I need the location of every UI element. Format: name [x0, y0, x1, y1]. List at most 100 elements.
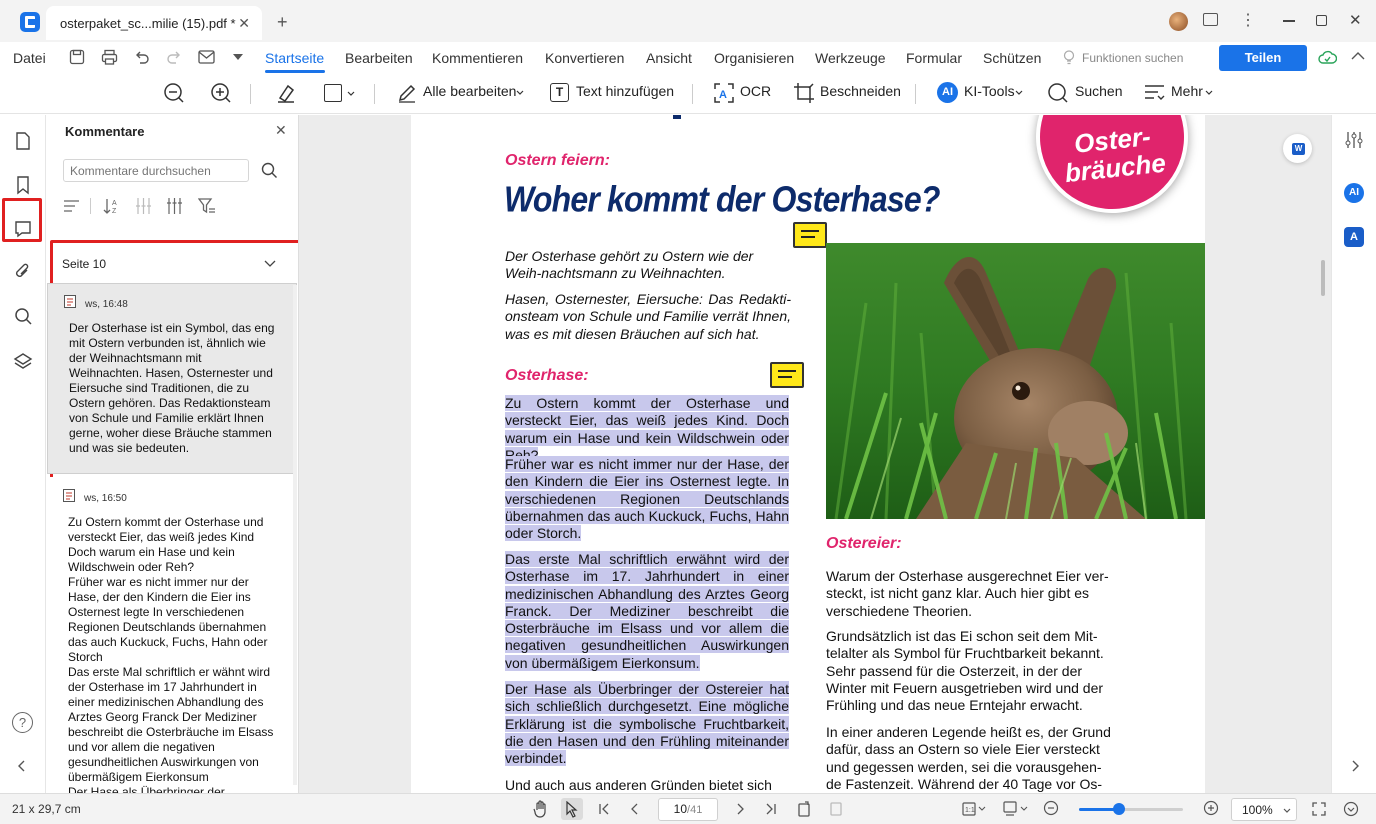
minimize-icon[interactable]	[1283, 20, 1295, 22]
ai-tools-icon[interactable]: AI	[937, 82, 958, 103]
tab-ansicht[interactable]: Ansicht	[646, 50, 692, 66]
add-text-icon[interactable]: T	[550, 83, 569, 102]
add-text-button[interactable]: Text hinzufügen	[576, 83, 674, 99]
hand-tool-icon[interactable]	[533, 800, 549, 818]
filter-list-icon[interactable]	[63, 198, 80, 214]
translate-icon[interactable]: A	[1344, 227, 1364, 247]
previous-page-icon[interactable]	[631, 803, 639, 815]
tab-formular[interactable]: Formular	[906, 50, 962, 66]
maximize-icon[interactable]	[1316, 15, 1327, 26]
close-tab-icon[interactable]: ✕	[238, 15, 250, 32]
highlighted-paragraph[interactable]: Der Hase als Überbringer der Ostereier h…	[505, 681, 789, 767]
comment-icon[interactable]	[13, 219, 33, 239]
edit-all-button[interactable]: Alle bearbeiten	[423, 83, 516, 99]
fullscreen-icon[interactable]	[1312, 802, 1326, 816]
comment-card[interactable]: ws, 16:48 Der Osterhase ist ein Symbol, …	[47, 283, 297, 474]
tab-bearbeiten[interactable]: Bearbeiten	[345, 50, 413, 66]
zoom-in-icon[interactable]	[210, 82, 232, 104]
app-logo-icon[interactable]	[20, 12, 40, 32]
mail-icon[interactable]	[198, 50, 215, 64]
quick-access-dropdown-icon[interactable]	[232, 53, 244, 61]
sticky-note-icon[interactable]	[770, 362, 804, 388]
panel-scrollbar[interactable]	[293, 285, 297, 785]
chevron-down-icon[interactable]	[264, 260, 276, 267]
comment-search-input[interactable]	[63, 159, 249, 182]
ocr-icon[interactable]: A	[713, 82, 735, 104]
zoom-out-icon[interactable]	[163, 82, 185, 104]
status-zoom-in-icon[interactable]	[1203, 800, 1220, 817]
view-mode-icon[interactable]	[1003, 801, 1029, 817]
tab-schuetzen[interactable]: Schützen	[983, 50, 1041, 66]
ai-tools-dropdown-icon[interactable]	[1015, 90, 1023, 95]
expand-right-panel-icon[interactable]	[1351, 760, 1359, 772]
more-button[interactable]: Mehr	[1171, 83, 1203, 99]
search-rail-icon[interactable]	[13, 306, 33, 326]
crop-icon[interactable]	[793, 82, 815, 104]
tab-startseite[interactable]: Startseite	[265, 50, 324, 66]
last-page-icon[interactable]	[765, 803, 777, 815]
feedback-icon[interactable]	[1203, 13, 1218, 26]
ocr-button[interactable]: OCR	[740, 83, 771, 99]
new-tab-button[interactable]: +	[277, 12, 288, 33]
fit-page-icon[interactable]	[829, 801, 843, 817]
first-page-icon[interactable]	[598, 803, 610, 815]
search-icon[interactable]	[1047, 82, 1069, 104]
attachment-icon[interactable]	[13, 262, 33, 282]
help-icon[interactable]: ?	[12, 712, 33, 733]
highlighter-icon[interactable]	[275, 82, 297, 104]
document-scrollbar-thumb[interactable]	[1321, 260, 1325, 296]
edit-pen-icon[interactable]	[396, 82, 418, 104]
rotate-page-icon[interactable]	[797, 801, 811, 817]
shape-rectangle-icon[interactable]	[324, 84, 342, 102]
close-panel-icon[interactable]: ✕	[275, 122, 287, 139]
properties-sliders-icon[interactable]	[1344, 131, 1364, 149]
edit-all-dropdown-icon[interactable]	[516, 90, 524, 95]
page-thumbnails-icon[interactable]	[13, 131, 33, 151]
cloud-sync-icon[interactable]	[1318, 50, 1337, 65]
highlighted-paragraph[interactable]: Früher war es nicht immer nur der Hase, …	[505, 456, 789, 542]
next-page-icon[interactable]	[736, 803, 744, 815]
search-button[interactable]: Suchen	[1075, 83, 1122, 99]
tab-kommentieren[interactable]: Kommentieren	[432, 50, 523, 66]
filter-icon[interactable]	[198, 197, 216, 215]
convert-to-word-icon[interactable]: W	[1283, 134, 1312, 163]
undo-icon[interactable]	[134, 49, 150, 65]
document-tab[interactable]: osterpaket_sc...milie (15).pdf * ✕	[46, 6, 262, 40]
expand-all-icon[interactable]	[166, 197, 183, 215]
close-window-icon[interactable]: ✕	[1349, 11, 1362, 29]
avatar[interactable]	[1169, 12, 1188, 31]
redo-icon[interactable]	[166, 49, 182, 65]
menu-file[interactable]: Datei	[13, 50, 46, 66]
share-button[interactable]: Teilen	[1219, 45, 1307, 71]
page-number-field[interactable]: 10/41	[658, 798, 718, 821]
zoom-select[interactable]: 100%	[1231, 798, 1297, 821]
highlighted-paragraph[interactable]: Das erste Mal schriftlich erwähnt wird d…	[505, 551, 789, 672]
save-icon[interactable]	[69, 49, 85, 65]
search-functions-link[interactable]: Funktionen suchen	[1082, 51, 1183, 65]
select-tool-icon[interactable]	[565, 801, 579, 818]
ai-assistant-icon[interactable]: AI	[1344, 183, 1364, 203]
more-icon[interactable]	[1144, 83, 1165, 102]
zoom-slider-thumb[interactable]	[1112, 803, 1125, 815]
crop-button[interactable]: Beschneiden	[820, 83, 901, 99]
zoom-dropdown-icon[interactable]	[1283, 808, 1291, 813]
bookmark-icon[interactable]	[13, 175, 33, 195]
page-layout-icon[interactable]: 1:1	[962, 802, 986, 816]
print-icon[interactable]	[101, 49, 118, 65]
ai-tools-button[interactable]: KI-Tools	[964, 83, 1015, 99]
tab-organisieren[interactable]: Organisieren	[714, 50, 794, 66]
collapse-ribbon-icon[interactable]	[1351, 51, 1365, 61]
layers-icon[interactable]	[13, 351, 33, 371]
kebab-menu-icon[interactable]: ⋮	[1240, 10, 1256, 30]
highlighted-paragraph[interactable]: Zu Ostern kommt der Osterhase und verste…	[505, 395, 789, 464]
sticky-note-icon[interactable]	[793, 222, 827, 248]
collapse-sidebar-icon[interactable]	[18, 760, 26, 772]
comment-search-icon[interactable]	[261, 162, 278, 179]
status-chevron-down-icon[interactable]	[1343, 801, 1359, 817]
page-group-header[interactable]: Seite 10	[53, 245, 293, 281]
shape-dropdown-icon[interactable]	[347, 91, 355, 96]
sort-icon[interactable]: AZ	[103, 197, 120, 215]
tab-konvertieren[interactable]: Konvertieren	[545, 50, 624, 66]
more-dropdown-icon[interactable]	[1205, 90, 1213, 95]
status-zoom-out-icon[interactable]	[1043, 800, 1060, 817]
